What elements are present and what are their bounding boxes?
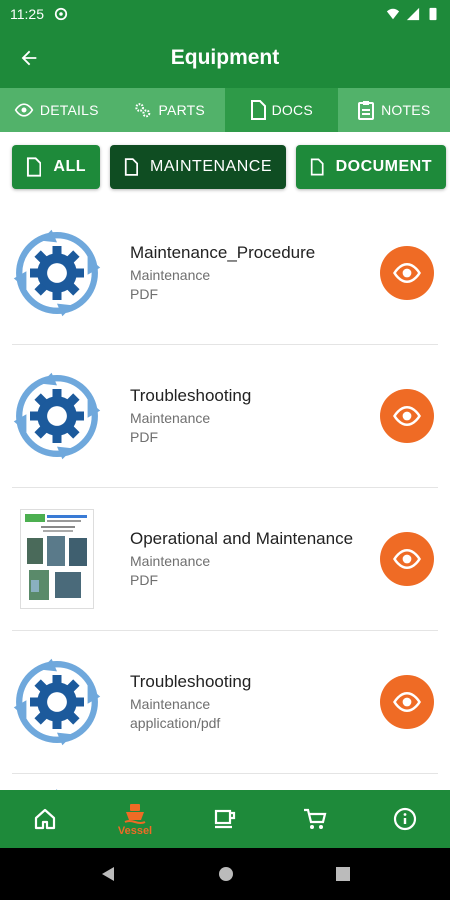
coffee-icon xyxy=(214,809,236,829)
view-button[interactable] xyxy=(380,675,434,729)
nav-home[interactable] xyxy=(0,790,90,848)
recents-square-icon[interactable] xyxy=(335,866,351,882)
brochure-thumbnail xyxy=(20,509,94,609)
home-circle-icon[interactable] xyxy=(217,865,235,883)
gear-cycle-icon xyxy=(13,372,101,460)
document-icon xyxy=(310,158,324,176)
signal-icon xyxy=(406,7,420,21)
nav-info[interactable] xyxy=(360,790,450,848)
arrow-left-icon xyxy=(21,50,37,66)
filter-bar: ALL MAINTENANCE DOCUMENT xyxy=(0,132,450,202)
view-button[interactable] xyxy=(380,246,434,300)
back-button[interactable] xyxy=(0,28,58,88)
filter-all-button[interactable]: ALL xyxy=(12,145,100,189)
doc-thumbnail xyxy=(12,504,102,614)
wifi-icon xyxy=(386,8,400,20)
filter-maintenance-label: MAINTENANCE xyxy=(150,158,272,175)
list-item[interactable]: Troubleshooting Maintenance application/… xyxy=(12,631,438,774)
document-icon xyxy=(26,157,42,177)
tab-notes-label: NOTES xyxy=(381,102,431,118)
view-button[interactable] xyxy=(380,532,434,586)
system-navigation-bar xyxy=(0,848,450,900)
gear-cycle-icon xyxy=(56,789,58,790)
nav-cart[interactable] xyxy=(270,790,360,848)
eye-icon xyxy=(14,103,34,117)
gears-icon xyxy=(134,103,150,118)
cart-icon xyxy=(304,808,327,829)
clipboard-icon xyxy=(358,101,375,120)
back-triangle-icon[interactable] xyxy=(99,865,117,883)
tab-docs[interactable]: DOCS xyxy=(225,88,338,132)
tab-parts[interactable]: PARTS xyxy=(113,88,226,132)
nav-vessel[interactable]: Vessel xyxy=(90,790,180,848)
list-item[interactable]: Maintenance_Procedure Maintenance PDF xyxy=(12,202,438,345)
tab-parts-label: PARTS xyxy=(158,102,205,118)
view-button[interactable] xyxy=(380,389,434,443)
nav-vessel-label: Vessel xyxy=(117,824,153,837)
filter-document-button[interactable]: DOCUMENT xyxy=(296,145,446,189)
eye-icon xyxy=(393,692,421,712)
tab-notes[interactable]: NOTES xyxy=(338,88,450,132)
tab-docs-label: DOCS xyxy=(271,102,313,118)
nav-cafe[interactable] xyxy=(180,790,270,848)
tab-bar: DETAILS PARTS DOCS NOTES xyxy=(0,88,450,132)
ship-icon xyxy=(124,803,146,824)
home-icon xyxy=(34,808,56,830)
list-item[interactable]: Troubleshooting Maintenance PDF xyxy=(12,345,438,488)
battery-icon xyxy=(429,7,437,21)
status-time: 11:25 xyxy=(10,6,44,22)
document-icon xyxy=(250,100,266,120)
doc-thumbnail xyxy=(12,218,102,328)
list-item[interactable]: Operational and Maintenance Maintenance … xyxy=(12,488,438,631)
eye-icon xyxy=(393,549,421,569)
filter-maintenance-button[interactable]: MAINTENANCE xyxy=(110,145,286,189)
document-list: Maintenance_Procedure Maintenance PDF Tr… xyxy=(0,202,450,790)
info-icon xyxy=(393,807,417,831)
app-bar: Equipment xyxy=(0,28,450,88)
tab-details[interactable]: DETAILS xyxy=(0,88,113,132)
list-item-partial xyxy=(12,774,438,790)
doc-thumbnail xyxy=(12,361,102,471)
eye-icon xyxy=(393,263,421,283)
doc-thumbnail xyxy=(12,647,102,757)
page-title: Equipment xyxy=(170,46,280,69)
filter-document-label: DOCUMENT xyxy=(335,158,432,175)
at-sign-icon xyxy=(54,7,68,21)
gear-cycle-icon xyxy=(13,658,101,746)
brochure-image xyxy=(25,514,87,600)
tab-details-label: DETAILS xyxy=(39,102,99,118)
eye-icon xyxy=(393,406,421,426)
status-bar: 11:25 xyxy=(0,0,450,28)
gear-cycle-icon xyxy=(13,229,101,317)
bottom-navigation: Vessel xyxy=(0,790,450,848)
document-icon xyxy=(124,158,139,176)
filter-all-label: ALL xyxy=(53,158,86,175)
